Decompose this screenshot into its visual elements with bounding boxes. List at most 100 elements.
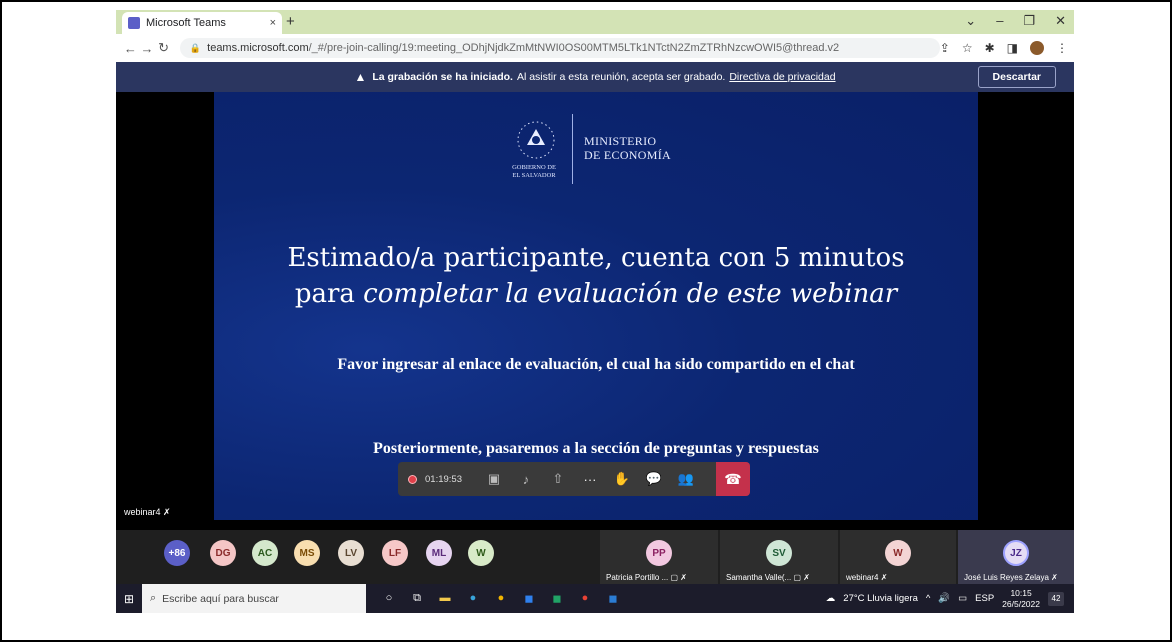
chat-button[interactable]: 💬	[638, 471, 670, 487]
system-tray: ☁ 27°C Lluvia ligera ^ 🔊 ▭ ESP 10:15 26/…	[826, 588, 1074, 610]
raise-hand-button[interactable]: ✋	[606, 471, 638, 487]
participant-avatar[interactable]: DG	[210, 540, 236, 566]
tray-chevron-icon[interactable]: ^	[926, 593, 930, 604]
new-tab-button[interactable]: +	[286, 13, 295, 30]
minimize-icon[interactable]: –	[996, 13, 1003, 29]
ministry-label: MINISTERIO DE ECONOMÍA	[584, 134, 671, 162]
outlook-icon[interactable]: ◼	[522, 592, 536, 605]
address-bar[interactable]: 🔒 teams.microsoft.com/_#/pre-join-callin…	[179, 38, 940, 58]
weather-icon[interactable]: ☁	[826, 593, 836, 604]
edge-icon[interactable]: ●	[466, 592, 480, 605]
participant-avatar[interactable]: ML	[426, 540, 452, 566]
window-controls: ⌄ – ❐ ✕	[965, 13, 1066, 29]
mic-button[interactable]: ♪	[510, 472, 542, 487]
volume-icon[interactable]: 🔊	[938, 593, 950, 604]
participant-avatar[interactable]: MS	[294, 540, 320, 566]
participant-tile[interactable]: PP Patricia Portillo ... ▢ ✗	[600, 530, 718, 584]
search-placeholder: Escribe aquí para buscar	[162, 592, 279, 605]
share-screen-button[interactable]: ⇧	[542, 471, 574, 487]
notifications-badge[interactable]: 42	[1048, 591, 1064, 606]
slide-subtitle-1: Favor ingresar al enlace de evaluación, …	[337, 356, 855, 373]
weather-text[interactable]: 27°C Lluvia ligera	[843, 593, 918, 604]
recording-banner: ▲ La grabación se ha iniciado. Al asisti…	[116, 62, 1074, 92]
hang-up-button[interactable]: ☎	[716, 462, 750, 496]
reload-icon[interactable]: ↻	[155, 40, 172, 56]
clock[interactable]: 10:15 26/5/2022	[1002, 588, 1040, 610]
presenter-label: webinar4 ✗	[124, 507, 171, 517]
government-label: GOBIERNO DE EL SALVADOR	[512, 164, 556, 179]
extensions-puzzle-icon[interactable]: ✱	[985, 41, 995, 55]
lock-icon[interactable]: 🔒	[190, 43, 201, 54]
participant-name: José Luis Reyes Zelaya ✗	[964, 573, 1058, 582]
overflow-participants-button[interactable]: +86	[164, 540, 190, 566]
participants-button[interactable]: 👥	[670, 471, 702, 487]
excel-icon[interactable]: ◼	[550, 592, 564, 605]
share-icon[interactable]: ⇪	[940, 41, 950, 55]
word-icon[interactable]: ◼	[606, 592, 620, 605]
tab-search-icon[interactable]: ⌄	[965, 13, 976, 29]
chrome-active-icon[interactable]: ●	[578, 592, 592, 605]
profile-avatar[interactable]	[1030, 41, 1044, 55]
camera-off-button[interactable]: ▣	[478, 471, 510, 487]
restore-icon[interactable]: ❐	[1023, 13, 1035, 29]
participant-avatar[interactable]: W	[468, 540, 494, 566]
url-host: teams.microsoft.com	[207, 42, 309, 54]
participant-name: webinar4 ✗	[846, 573, 888, 582]
participant-avatar: W	[885, 540, 911, 566]
participant-avatar[interactable]: LV	[338, 540, 364, 566]
language-indicator[interactable]: ESP	[975, 593, 994, 604]
banner-bold-text: La grabación se ha iniciado.	[372, 71, 513, 83]
privacy-policy-link[interactable]: Directiva de privacidad	[729, 71, 835, 83]
participant-tile[interactable]: W webinar4 ✗	[840, 530, 956, 584]
back-icon[interactable]: ←	[122, 41, 139, 56]
network-icon[interactable]: ▭	[958, 593, 967, 604]
meeting-controls: 01:19:53 ▣ ♪ ⇧ ··· ✋ 💬 👥 ☎	[398, 462, 750, 496]
headline-line-2: para completar la evaluación de este web…	[294, 279, 898, 309]
banner-text: Al asistir a esta reunión, acepta ser gr…	[516, 71, 726, 83]
tab-title: Microsoft Teams	[146, 17, 226, 29]
slide-headline: Estimado/a participante, cuenta con 5 mi…	[214, 240, 978, 312]
dismiss-button[interactable]: Descartar	[977, 66, 1056, 88]
browser-tab-strip: Microsoft Teams × + ⌄ – ❐ ✕	[116, 10, 1074, 34]
extension-icons: ⇪ ☆ ✱ ◨ ⋮	[940, 41, 1068, 55]
teams-favicon-icon	[128, 17, 140, 29]
search-icon: ⌕	[150, 592, 157, 604]
logo-divider	[572, 114, 573, 184]
shared-slide: GOBIERNO DE EL SALVADOR MINISTERIO DE EC…	[214, 92, 978, 520]
participant-name: Samantha Valle(... ▢ ✗	[726, 573, 810, 582]
participant-avatar: SV	[766, 540, 792, 566]
participant-avatar: JZ	[1003, 540, 1029, 566]
bookmark-star-icon[interactable]: ☆	[962, 41, 973, 55]
chrome-icon[interactable]: ●	[494, 592, 508, 605]
warning-icon: ▲	[354, 70, 367, 84]
participant-avatar[interactable]: LF	[382, 540, 408, 566]
side-panel-icon[interactable]: ◨	[1007, 41, 1018, 55]
url-path: /_#/pre-join-calling/19:meeting_ODhjNjdk…	[308, 42, 840, 54]
screen: Microsoft Teams × + ⌄ – ❐ ✕ ← → ↻ 🔒 team…	[116, 10, 1074, 613]
taskbar-search[interactable]: ⌕ Escribe aquí para buscar	[142, 584, 366, 613]
participant-name: Patricia Portillo ... ▢ ✗	[606, 573, 687, 582]
forward-icon[interactable]: →	[139, 41, 156, 56]
menu-kebab-icon[interactable]: ⋮	[1056, 41, 1068, 55]
meeting-stage: GOBIERNO DE EL SALVADOR MINISTERIO DE EC…	[116, 92, 1074, 530]
more-actions-button[interactable]: ···	[574, 472, 606, 487]
cortana-icon[interactable]: ○	[382, 592, 396, 605]
participant-avatar[interactable]: AC	[252, 540, 278, 566]
windows-taskbar: ⊞ ⌕ Escribe aquí para buscar ○ ⧉ ▬ ● ● ◼…	[116, 584, 1074, 613]
windows-start-icon[interactable]: ⊞	[116, 592, 142, 606]
participant-gallery: +86 DG AC MS LV LF ML W PP Patricia Portillo .…	[116, 530, 1074, 584]
mic-muted-icon: ✗	[163, 507, 171, 517]
government-emblem-icon	[517, 121, 555, 159]
file-explorer-icon[interactable]: ▬	[438, 592, 452, 605]
slide-subtitle-2: Posteriormente, pasaremos a la sección d…	[373, 440, 819, 457]
call-timer: 01:19:53	[425, 473, 462, 485]
close-window-icon[interactable]: ✕	[1055, 13, 1066, 29]
browser-tab[interactable]: Microsoft Teams ×	[122, 12, 282, 34]
taskbar-apps: ○ ⧉ ▬ ● ● ◼ ◼ ● ◼	[382, 592, 620, 605]
participant-avatar: PP	[646, 540, 672, 566]
participant-tile[interactable]: SV Samantha Valle(... ▢ ✗	[720, 530, 838, 584]
tab-close-icon[interactable]: ×	[270, 17, 276, 29]
recording-indicator-icon	[408, 474, 417, 484]
task-view-icon[interactable]: ⧉	[410, 592, 424, 605]
participant-tile-self[interactable]: JZ José Luis Reyes Zelaya ✗	[958, 530, 1074, 584]
